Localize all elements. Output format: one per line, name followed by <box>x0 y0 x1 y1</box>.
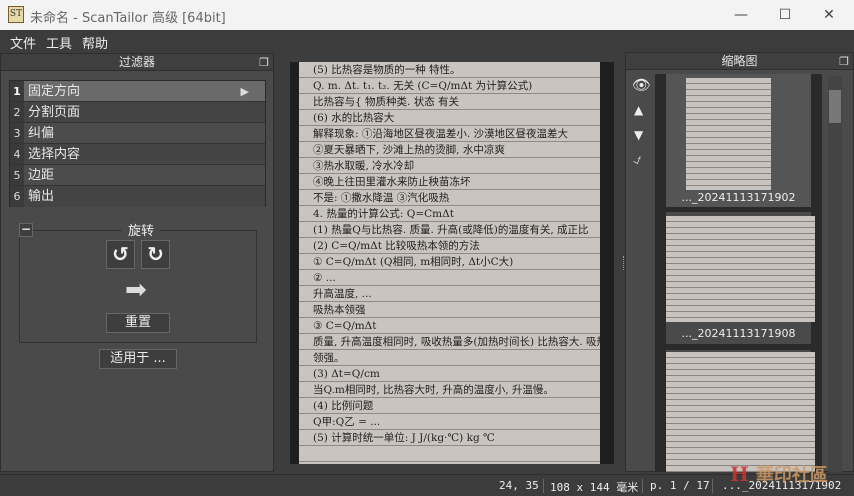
filter-number: 1 <box>10 81 24 101</box>
handwritten-line: (5) 计算时统一单位: J J/(kg·℃) kg ℃ <box>313 432 495 444</box>
filter-label: 纠偏 <box>24 123 265 143</box>
handwritten-line: (1) 热量Q与比热容. 质量. 升高(或降低)的温度有关, 成正比 <box>313 224 589 236</box>
rotate-right-icon: ↻ <box>147 242 164 266</box>
filter-number: 3 <box>10 123 24 143</box>
handwritten-line: (6) 水的比热容大 <box>313 112 395 124</box>
handwritten-line: Q甲:Q乙 = ... <box>313 416 381 428</box>
handwritten-line: (3) Δt=Q/cm <box>313 368 380 380</box>
handwritten-page: (5) 比热容是物质的一种 特性。 Q. m. Δt. t₁. t₂. 无关 (… <box>299 62 600 464</box>
rotate-right-button[interactable]: ↻ <box>141 240 170 269</box>
menu-bar: 文件 工具 帮助 <box>0 30 854 52</box>
handwritten-line: 质量, 升高温度相同时, 吸收热量多(加热时间长) 比热容大. 吸热本 <box>313 336 600 348</box>
scrollbar-thumb[interactable] <box>829 90 841 123</box>
handwritten-line: ④晚上往田里灌水来防止秧苗冻坏 <box>313 176 471 188</box>
handwritten-line: 解释现象: ①沿海地区昼夜温差小. 沙漠地区昼夜温差大 <box>313 128 569 140</box>
status-bar: 24, 35 108 x 144 毫米 p. 1 / 17 ..._202411… <box>0 462 854 496</box>
minimize-button[interactable]: — <box>726 4 756 26</box>
thumbnails-panel-header: 缩略图 ❐ <box>626 53 853 70</box>
handwritten-line: 不是: ①撒水降温 ③汽化吸热 <box>313 192 450 204</box>
filter-number: 6 <box>10 186 24 207</box>
menu-help[interactable]: 帮助 <box>82 33 108 52</box>
thumbnail-scrollbar[interactable] <box>828 76 842 472</box>
float-panel-icon[interactable]: ❐ <box>839 53 849 70</box>
reset-button[interactable]: 重置 <box>106 313 170 333</box>
rotation-title: 旋转 <box>122 220 161 239</box>
thumbnail-label: ..._20241113171902 <box>681 191 796 204</box>
handwritten-line: 吸热本领强 <box>313 304 366 316</box>
handwritten-line: 4. 热量的计算公式: Q=CmΔt <box>313 208 454 220</box>
float-panel-icon[interactable]: ❐ <box>259 54 269 71</box>
page-image[interactable]: (5) 比热容是物质的一种 特性。 Q. m. Δt. t₁. t₂. 无关 (… <box>290 62 614 464</box>
cursor-coords: 24, 35 <box>499 479 539 492</box>
thumbnail-item[interactable]: ..._20241113171908 <box>666 212 815 344</box>
filters-panel-title: 过滤器 <box>118 55 155 69</box>
thumbnail-image <box>666 216 815 322</box>
thumbnail-list[interactable]: ..._20241113171902 ..._20241113171908 <box>655 74 822 472</box>
arrow-down-icon[interactable]: ▼ <box>634 128 643 142</box>
filter-item-split-pages[interactable]: 2 分割页面 <box>10 102 265 123</box>
rotate-left-icon: ↺ <box>112 242 129 266</box>
filter-label: 分割页面 <box>24 102 265 122</box>
filter-item-margins[interactable]: 5 边距 <box>10 165 265 186</box>
thumbnail-item[interactable] <box>666 350 815 472</box>
filter-label: 边距 <box>24 165 265 185</box>
watermark-logo: H 華印社區 <box>730 462 828 486</box>
handwritten-line: 比热容与{ 物质种类. 状态 有关 <box>313 96 460 108</box>
handwritten-line: ① C=Q/mΔt (Q相同, m相同时, Δt小C大) <box>313 256 514 268</box>
page-counter: p. 1 / 17 <box>650 479 710 492</box>
thumbnail-label: ..._20241113171908 <box>681 327 796 340</box>
close-button[interactable]: ✕ <box>814 4 844 26</box>
handwritten-line: ② ... <box>313 272 336 284</box>
eye-icon[interactable]: 👁 <box>632 76 651 94</box>
menu-file[interactable]: 文件 <box>10 33 36 52</box>
window-title: 未命名 - ScanTailor 高级 [64bit] <box>30 11 226 26</box>
arrow-up-icon[interactable]: ▲ <box>634 103 643 117</box>
thumbnails-panel-title: 缩略图 <box>721 54 758 68</box>
handwritten-line: ③ C=Q/mΔt <box>313 320 377 332</box>
filter-label: 固定方向 <box>24 81 265 101</box>
handwritten-line: 领强。 <box>313 352 345 364</box>
filter-label: 选择内容 <box>24 144 265 164</box>
page-size: 108 x 144 毫米 <box>550 481 639 494</box>
filter-number: 5 <box>10 165 24 185</box>
apply-to-button[interactable]: 适用于 ... <box>99 349 177 369</box>
filter-item-select-content[interactable]: 4 选择内容 <box>10 144 265 165</box>
orientation-arrow-icon: ➡ <box>125 275 147 305</box>
thumbnail-image <box>686 78 771 190</box>
app-icon: ST <box>8 6 24 23</box>
thumbnail-image <box>666 352 815 472</box>
filter-list: 1 固定方向 ▶ 2 分割页面 3 纠偏 4 选择内容 5 边距 6 输出 <box>9 80 266 207</box>
filter-item-output[interactable]: 6 输出 <box>10 186 265 207</box>
handwritten-line: 升高温度, ... <box>313 288 372 300</box>
filter-item-deskew[interactable]: 3 纠偏 <box>10 123 265 144</box>
handwritten-line: (4) 比例问题 <box>313 400 374 412</box>
filter-label: 输出 <box>24 186 265 207</box>
menu-tools[interactable]: 工具 <box>46 33 72 52</box>
handwritten-line: Q. m. Δt. t₁. t₂. 无关 (C=Q/mΔt 为计算公式) <box>313 80 533 92</box>
handwritten-line: (2) C=Q/mΔt 比较吸热本领的方法 <box>313 240 480 252</box>
handwritten-line: ③热水取暖, 冷水冷却 <box>313 160 415 172</box>
rotate-left-button[interactable]: ↺ <box>106 240 135 269</box>
handwritten-line: (5) 比热容是物质的一种 特性。 <box>313 64 461 76</box>
play-icon[interactable]: ▶ <box>241 81 249 102</box>
maximize-button[interactable]: ☐ <box>770 4 800 26</box>
thumbnail-item[interactable]: ..._20241113171902 <box>666 74 811 207</box>
handwritten-line: ②夏天暴晒下, 沙滩上热的烫脚, 水中凉爽 <box>313 144 505 156</box>
filter-number: 4 <box>10 144 24 164</box>
deselect-icon[interactable]: ⍻ <box>633 150 641 168</box>
collapse-button[interactable]: − <box>19 223 33 237</box>
filter-item-fix-orientation[interactable]: 1 固定方向 ▶ <box>10 81 265 102</box>
handwritten-line: 当Q.m相同时, 比热容大时, 升高的温度小, 升温慢。 <box>313 384 554 396</box>
title-bar: ST 未命名 - ScanTailor 高级 [64bit] — ☐ ✕ <box>0 0 854 30</box>
filter-number: 2 <box>10 102 24 122</box>
filters-panel-header: 过滤器 ❐ <box>1 54 273 71</box>
